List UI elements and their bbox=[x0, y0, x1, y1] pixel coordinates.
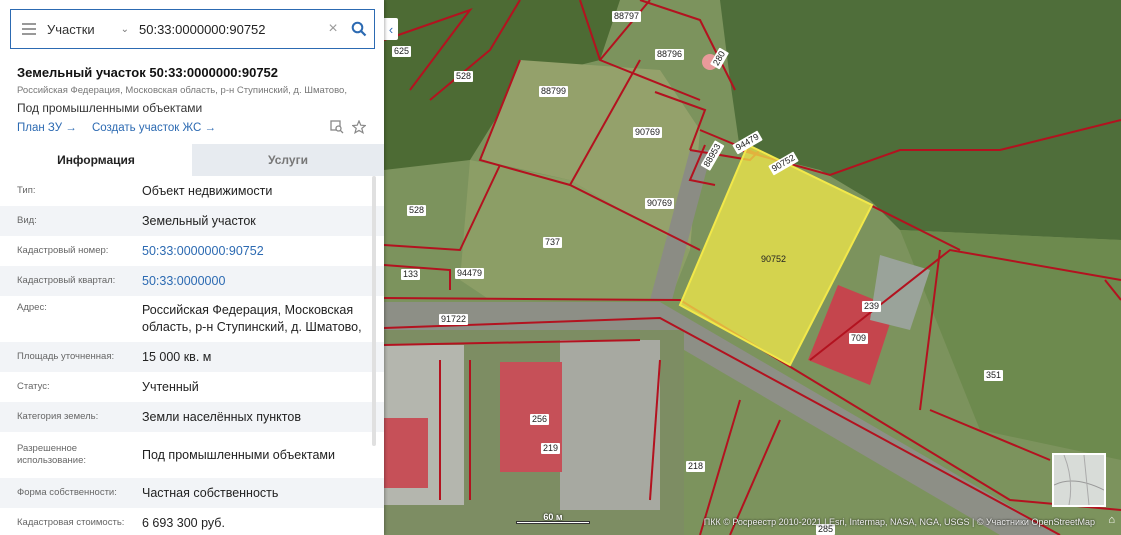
parcel-label[interactable]: 239 bbox=[862, 301, 882, 312]
parcel-label[interactable]: 256 bbox=[530, 414, 550, 425]
search-icon bbox=[351, 21, 367, 37]
info-value: Земли населённых пунктов bbox=[142, 409, 301, 424]
parcel-label[interactable]: 94479 bbox=[455, 268, 485, 279]
collapse-panel-button[interactable]: ‹ bbox=[384, 18, 398, 40]
create-parcel-link[interactable]: Создать участок ЖС → bbox=[92, 122, 216, 134]
star-icon[interactable] bbox=[352, 120, 366, 134]
info-row: Кадастровая стоимость: 6 693 300 руб. bbox=[0, 508, 384, 535]
info-key: Кадастровая стоимость: bbox=[17, 517, 125, 528]
info-key: Тип: bbox=[17, 185, 36, 196]
search-input[interactable] bbox=[137, 13, 322, 45]
parcel-label-selected[interactable]: 90752 bbox=[759, 254, 788, 265]
parcel-label[interactable]: 90769 bbox=[645, 198, 675, 209]
info-value: Под промышленными объектами bbox=[142, 447, 335, 462]
object-use: Под промышленными объектами bbox=[17, 101, 203, 115]
info-row: Вид: Земельный участок bbox=[0, 206, 384, 236]
info-row: Кадастровый номер: 50:33:0000000:90752 bbox=[0, 236, 384, 266]
parcel-label[interactable]: 133 bbox=[401, 269, 421, 280]
minimap-thumbnail bbox=[1054, 455, 1104, 505]
chevron-left-icon: ‹ bbox=[388, 21, 394, 37]
info-row: Категория земель: Земли населённых пункто… bbox=[0, 402, 384, 432]
info-row: Статус: Учтенный bbox=[0, 372, 384, 402]
info-row: Кадастровый квартал: 50:33:0000000 bbox=[0, 266, 384, 296]
info-row: Разрешенное использование: Под промышленн… bbox=[0, 432, 384, 478]
parcel-label[interactable]: 91722 bbox=[439, 314, 469, 325]
search-type-select[interactable]: Участки ⌄ bbox=[47, 22, 137, 37]
object-links: План ЗУ → Создать участок ЖС → bbox=[17, 122, 228, 134]
parcel-label[interactable]: 625 bbox=[392, 46, 412, 57]
map-attribution[interactable]: ПКК © Росреестр 2010-2021 | Esri, Interm… bbox=[704, 517, 1095, 527]
parcel-label[interactable]: 219 bbox=[541, 443, 561, 454]
scale-bar: 60 м bbox=[516, 512, 590, 524]
info-value: 15 000 кв. м bbox=[142, 349, 212, 364]
chevron-down-icon: ⌄ bbox=[120, 23, 129, 35]
search-type-label: Участки bbox=[47, 21, 95, 37]
panel-tabs: Информация Услуги bbox=[0, 144, 384, 176]
info-row: Адрес: Российская Федерация, Московская о… bbox=[0, 296, 384, 342]
info-value: Частная собственность bbox=[142, 485, 279, 500]
zoom-to-object-icon[interactable] bbox=[330, 120, 344, 134]
info-row: Тип: Объект недвижимости bbox=[0, 176, 384, 206]
object-title: Земельный участок 50:33:0000000:90752 bbox=[17, 65, 279, 80]
parcel-label[interactable]: 90769 bbox=[633, 127, 663, 138]
parcel-label[interactable]: 88797 bbox=[612, 11, 642, 22]
info-value: Учтенный bbox=[142, 379, 199, 394]
info-key: Площадь уточненная: bbox=[17, 351, 115, 362]
info-value: Земельный участок bbox=[142, 213, 256, 228]
parcel-label[interactable]: 88799 bbox=[539, 86, 569, 97]
info-row: Форма собственности: Частная собственност… bbox=[0, 478, 384, 508]
search-bar: Участки ⌄ × bbox=[10, 9, 375, 49]
parcel-label[interactable]: 218 bbox=[686, 461, 706, 472]
info-key: Кадастровый квартал: bbox=[17, 275, 116, 286]
info-table: Тип: Объект недвижимости Вид: Земельный уч… bbox=[0, 176, 384, 535]
object-tools bbox=[330, 120, 366, 134]
tab-services[interactable]: Услуги bbox=[192, 144, 384, 176]
info-key: Адрес: bbox=[17, 302, 47, 313]
parcel-label[interactable]: 88796 bbox=[655, 49, 685, 60]
basemap-switcher[interactable] bbox=[1052, 453, 1106, 507]
info-key: Кадастровый номер: bbox=[17, 245, 109, 256]
cadastral-quarter-link[interactable]: 50:33:0000000 bbox=[142, 273, 384, 290]
parcel-label[interactable]: 709 bbox=[849, 333, 869, 344]
info-value: Российская Федерация, Московская область… bbox=[142, 303, 362, 334]
info-panel: Участки ⌄ × Земельный участок 50:33:0000… bbox=[0, 0, 384, 535]
object-address-short: Российская Федерация, Московская область… bbox=[17, 85, 347, 96]
info-key: Категория земель: bbox=[17, 411, 99, 422]
info-key: Форма собственности: bbox=[17, 487, 117, 498]
scrollbar[interactable] bbox=[372, 176, 376, 446]
info-key: Статус: bbox=[17, 381, 50, 392]
parcel-label[interactable]: 528 bbox=[407, 205, 427, 216]
info-value: 6 693 300 руб. bbox=[142, 515, 225, 530]
tab-information[interactable]: Информация bbox=[0, 144, 192, 176]
parcel-label[interactable]: 351 bbox=[984, 370, 1004, 381]
parcel-label[interactable]: 528 bbox=[454, 71, 474, 82]
info-row: Площадь уточненная: 15 000 кв. м bbox=[0, 342, 384, 372]
info-value: Объект недвижимости bbox=[142, 183, 273, 198]
cadastral-number-link[interactable]: 50:33:0000000:90752 bbox=[142, 243, 384, 260]
close-icon[interactable]: × bbox=[322, 20, 344, 38]
home-icon[interactable]: ⌂ bbox=[1108, 514, 1115, 526]
search-button[interactable] bbox=[344, 10, 374, 48]
menu-icon[interactable] bbox=[11, 23, 47, 35]
info-key: Разрешенное использование: bbox=[17, 443, 87, 466]
parcel-label[interactable]: 737 bbox=[543, 237, 563, 248]
plan-link[interactable]: План ЗУ → bbox=[17, 122, 77, 134]
info-key: Вид: bbox=[17, 215, 37, 226]
